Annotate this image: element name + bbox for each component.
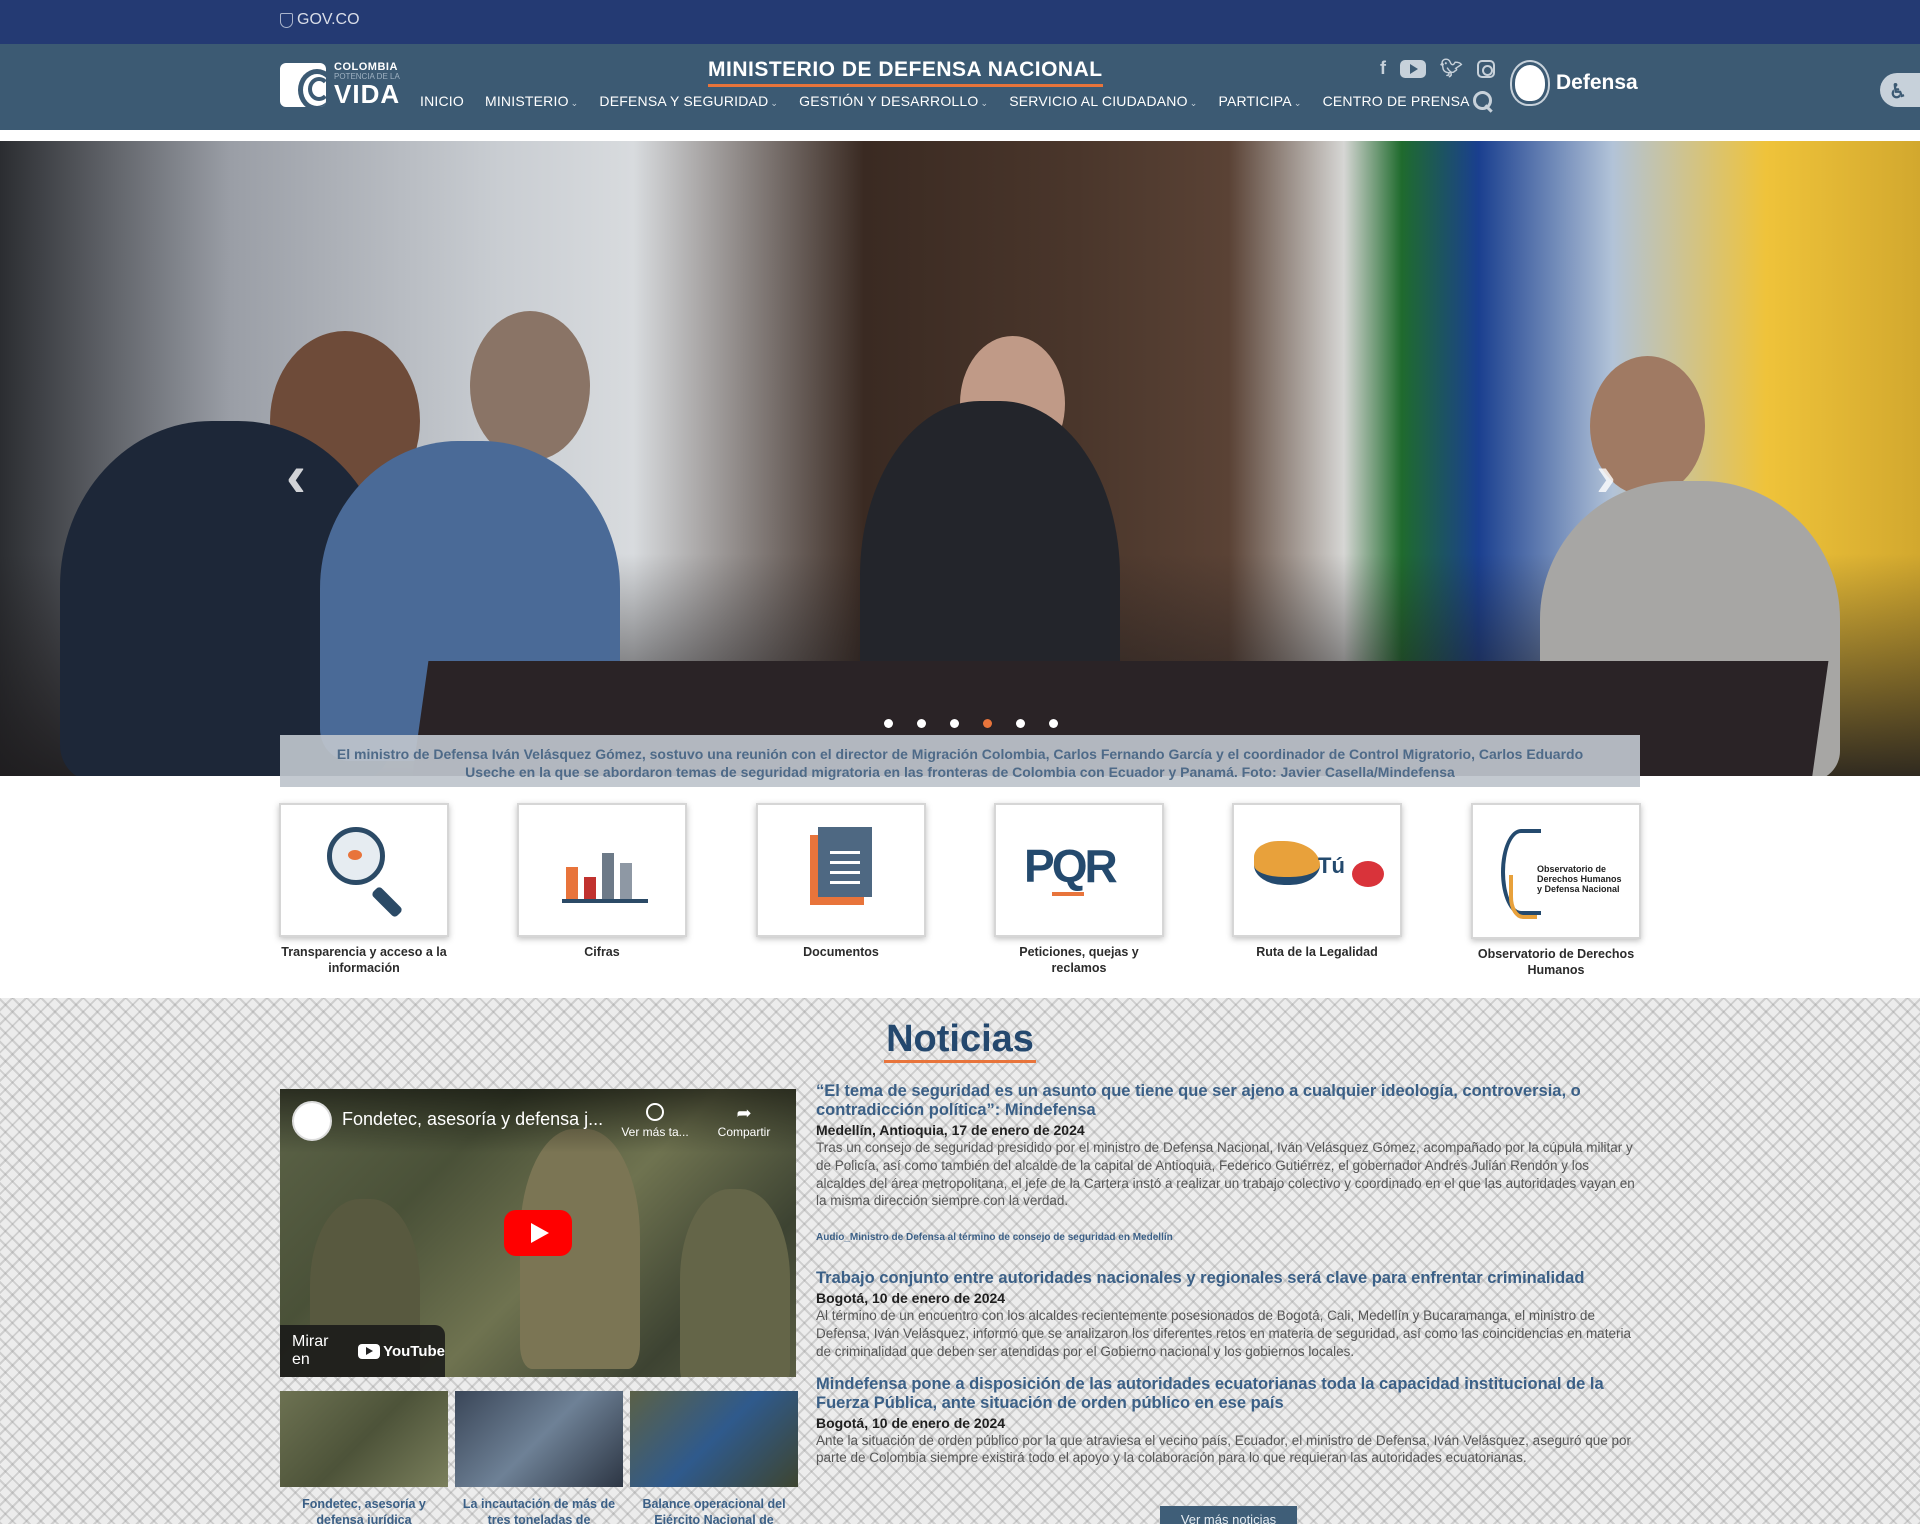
audio-link[interactable]: Audio_Ministro de Defensa al término de …	[816, 1232, 1640, 1243]
site-title: MINISTERIO DE DEFENSA NACIONAL	[708, 58, 1103, 87]
quick-link-documentos[interactable]: Documentos	[756, 803, 926, 961]
govco-bar: GOV.CO	[0, 0, 1920, 44]
quick-link-observatorio[interactable]: Observatorio de Derechos Humanos y Defen…	[1471, 803, 1641, 978]
quick-links: Transparencia y acceso a la información …	[279, 803, 1643, 983]
hero-caption: El ministro de Defensa Iván Velásquez Gó…	[280, 735, 1640, 787]
nav-centro-prensa[interactable]: CENTRO DE PRENSA ⌄	[1323, 93, 1480, 109]
facebook-icon[interactable]: f	[1380, 58, 1386, 79]
pqr-icon: PQR	[1024, 839, 1118, 896]
nav-servicio-ciudadano[interactable]: SERVICIO AL CIUDADANO ⌄	[1009, 93, 1197, 109]
article-headline[interactable]: Mindefensa pone a disposición de las aut…	[816, 1375, 1640, 1413]
govco-link[interactable]: GOV.CO	[280, 11, 360, 29]
play-button[interactable]	[504, 1210, 572, 1256]
govco-shield-icon	[280, 12, 293, 28]
quick-link-label: Observatorio de Derechos Humanos	[1477, 947, 1635, 977]
main-nav: INICIO MINISTERIO ⌄ DEFENSA Y SEGURIDAD ⌄ …	[420, 93, 1479, 109]
article-headline[interactable]: Trabajo conjunto entre autoridades nacio…	[816, 1269, 1640, 1288]
brand-label: Defensa	[1556, 71, 1638, 94]
quick-link-ruta-legalidad[interactable]: Tú Ruta de la Legalidad	[1232, 803, 1402, 961]
nav-defensa-seguridad[interactable]: DEFENSA Y SEGURIDAD ⌄	[599, 93, 778, 109]
carousel-dot[interactable]	[917, 719, 926, 728]
documents-icon	[810, 827, 872, 905]
news-article: Mindefensa pone a disposición de las aut…	[816, 1375, 1640, 1468]
nav-inicio[interactable]: INICIO	[420, 93, 464, 109]
chevron-down-icon: ⌄	[570, 98, 579, 108]
carousel-prev-arrow-icon[interactable]: ‹	[286, 441, 306, 510]
article-dateline: Bogotá, 10 de enero de 2024	[816, 1414, 1006, 1431]
wheelchair-icon: ♿︎	[1889, 81, 1907, 103]
quick-link-cifras[interactable]: Cifras	[517, 803, 687, 961]
article-text: Tras un consejo de seguridad presidido p…	[816, 1139, 1635, 1209]
news-article: “El tema de seguridad es un asunto que t…	[816, 1082, 1640, 1210]
accessibility-button[interactable]: ♿︎	[1880, 73, 1920, 107]
quick-link-label: Cifras	[584, 945, 620, 959]
chevron-down-icon: ⌄	[1189, 98, 1198, 108]
tu-mas-importas-logo: Tú	[1254, 841, 1384, 901]
instagram-icon[interactable]	[1476, 59, 1495, 78]
chevron-down-icon: ⌄	[1293, 98, 1302, 108]
logo-mark-icon	[280, 62, 326, 107]
twitter-icon[interactable]: 🐦︎	[1440, 58, 1463, 79]
quick-link-label: Peticiones, quejas y reclamos	[1019, 945, 1139, 975]
youtube-video-player[interactable]: Fondetec, asesoría y defensa j... Ver má…	[280, 1089, 796, 1377]
nav-gestion-desarrollo[interactable]: GESTIÓN Y DESARROLLO ⌄	[799, 93, 988, 109]
chevron-down-icon: ⌄	[770, 98, 779, 108]
share-button[interactable]: ➦ Compartir	[704, 1103, 784, 1139]
govco-label: GOV.CO	[297, 11, 360, 28]
chart-icon	[562, 839, 648, 903]
coat-of-arms-icon	[1512, 62, 1548, 104]
more-news-button[interactable]: Ver más noticias	[1160, 1506, 1297, 1524]
channel-avatar[interactable]	[292, 1101, 332, 1141]
youtube-icon	[358, 1343, 381, 1359]
colombia-potencia-logo[interactable]: COLOMBIA POTENCIA DE LA VIDA	[280, 62, 400, 107]
carousel-dot[interactable]	[983, 719, 992, 728]
news-title: Noticias	[884, 1018, 1036, 1063]
article-dateline: Medellín, Antioquia, 17 de enero de 2024	[816, 1121, 1085, 1138]
observatorio-logo: Observatorio de Derechos Humanos y Defen…	[1495, 825, 1625, 925]
carousel-indicators	[884, 719, 1058, 728]
quick-link-label: Documentos	[803, 945, 879, 959]
video-title[interactable]: Fondetec, asesoría y defensa j...	[342, 1109, 603, 1130]
chevron-down-icon: ⌄	[980, 98, 989, 108]
carousel-dot[interactable]	[1049, 719, 1058, 728]
quick-link-label: Ruta de la Legalidad	[1256, 945, 1378, 959]
carousel-dot[interactable]	[950, 719, 959, 728]
carousel-dot[interactable]	[1016, 719, 1025, 728]
watch-on-youtube-button[interactable]: Mirar en YouTube	[280, 1325, 445, 1377]
nav-ministerio[interactable]: MINISTERIO ⌄	[485, 93, 578, 109]
search-icon[interactable]	[1473, 91, 1493, 111]
watch-later-button[interactable]: Ver más ta...	[610, 1103, 700, 1139]
transparency-icon	[327, 827, 385, 885]
article-text: Al término de un encuentro con los alcal…	[816, 1308, 1631, 1359]
quick-link-label: Transparencia y acceso a la información	[281, 945, 447, 975]
video-thumbnails: Fondetec, asesoría y defensa jurídica La…	[280, 1391, 798, 1524]
carousel-next-arrow-icon[interactable]: ›	[1596, 441, 1616, 510]
defensa-brand[interactable]: Defensa	[1512, 62, 1638, 104]
news-section: Noticias Fondetec, asesoría y defensa j.…	[0, 998, 1920, 1524]
clock-icon	[646, 1103, 664, 1121]
video-thumb[interactable]: Fondetec, asesoría y defensa jurídica	[280, 1391, 448, 1524]
nav-participa[interactable]: PARTICIPA ⌄	[1218, 93, 1301, 109]
article-text: Ante la situación de orden público por l…	[816, 1432, 1632, 1466]
site-header: COLOMBIA POTENCIA DE LA VIDA MINISTERIO …	[0, 44, 1920, 130]
news-article: Trabajo conjunto entre autoridades nacio…	[816, 1269, 1640, 1360]
news-articles: “El tema de seguridad es un asunto que t…	[816, 1082, 1640, 1481]
video-thumb[interactable]: Balance operacional del Ejército Naciona…	[630, 1391, 798, 1524]
quick-link-transparencia[interactable]: Transparencia y acceso a la información	[279, 803, 449, 976]
hero-carousel: ‹ ›	[0, 141, 1920, 776]
logo-line3: VIDA	[334, 79, 401, 109]
video-thumb[interactable]: La incautación de más de tres toneladas …	[455, 1391, 623, 1524]
article-dateline: Bogotá, 10 de enero de 2024	[816, 1290, 1006, 1307]
social-links: f 🐦︎	[1380, 58, 1495, 79]
share-arrow-icon: ➦	[736, 1103, 752, 1123]
carousel-dot[interactable]	[884, 719, 893, 728]
article-headline[interactable]: “El tema de seguridad es un asunto que t…	[816, 1082, 1640, 1120]
quick-link-pqr[interactable]: PQR Peticiones, quejas y reclamos	[994, 803, 1164, 976]
youtube-icon[interactable]	[1400, 59, 1426, 78]
